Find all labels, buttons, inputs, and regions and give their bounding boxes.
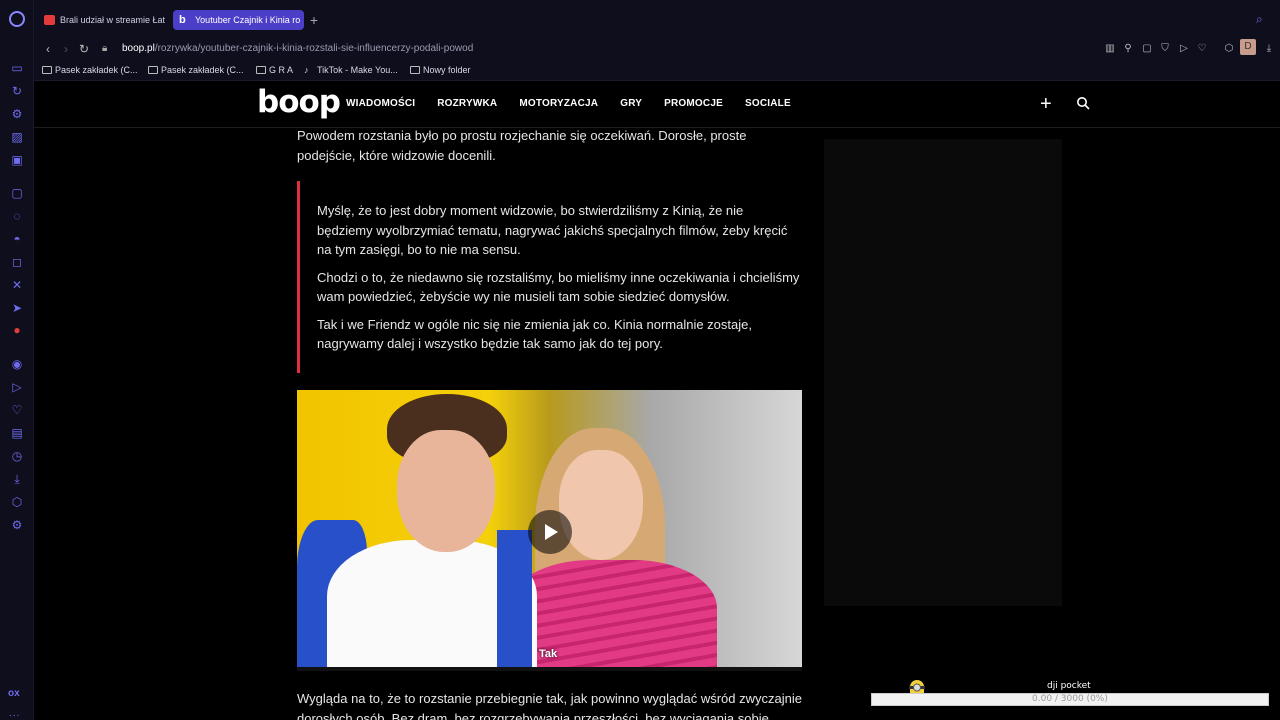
spotify-icon[interactable]: ◉ <box>9 356 25 372</box>
youtube-icon <box>44 15 55 25</box>
image-gen-icon[interactable]: ▨ <box>9 129 25 145</box>
menu-item-wiadomosci[interactable]: WIADOMOŚCI <box>346 98 415 109</box>
tab-strip: Brali udział w streamie Łat b Youtuber C… <box>34 0 1280 38</box>
menu-item-rozrywka[interactable]: ROZRYWKA <box>437 98 497 109</box>
site-logo[interactable]: boop <box>257 84 341 120</box>
tab-label: Youtuber Czajnik i Kinia ro <box>195 15 301 25</box>
extensions-icon[interactable]: ⬡ <box>9 494 25 510</box>
shield-icon[interactable]: ⛉ <box>1158 41 1172 57</box>
address-bar: ‹ › ↻ 🔒︎ boop.pl/rozrywka/youtuber-czajn… <box>34 38 1280 60</box>
heart-icon[interactable]: ♡ <box>1195 41 1209 57</box>
tiktok-icon: ♪ <box>304 65 309 75</box>
instagram-icon[interactable]: ◻ <box>9 254 25 270</box>
refresh-ai-icon[interactable]: ↻ <box>9 83 25 99</box>
workspace-icon[interactable]: ▣ <box>9 152 25 168</box>
x-icon[interactable]: ✕ <box>9 277 25 293</box>
sidebar-bottom-label: ox <box>8 688 20 699</box>
tab-search-icon[interactable]: ⌕ <box>1256 12 1270 26</box>
snapshot-icon[interactable]: ▢ <box>1140 41 1154 57</box>
split-view-icon[interactable]: ▥ <box>1103 41 1117 57</box>
extensions-icon[interactable]: ⬡ <box>1222 41 1236 57</box>
bookmark-folder[interactable]: Pasek zakładek (C... <box>42 64 138 77</box>
twitch-icon[interactable]: ▢ <box>9 185 25 201</box>
telegram-icon[interactable]: ➤ <box>9 300 25 316</box>
goal-title: dji pocket <box>1047 681 1091 691</box>
main-menu: WIADOMOŚCI ROZRYWKA MOTORYZACJA GRY PROM… <box>346 98 791 109</box>
plus-icon[interactable]: + <box>1040 92 1052 116</box>
article-paragraph: Powodem rozstania było po prostu rozjech… <box>297 128 747 163</box>
embedded-video[interactable]: Tak <box>297 390 802 671</box>
lock-icon[interactable]: 🔒︎ <box>102 41 116 57</box>
settings-icon[interactable]: ⚙ <box>9 517 25 533</box>
thumbnail-person <box>297 390 537 671</box>
folder-icon <box>148 66 158 74</box>
bookmark-label: G R A <box>269 65 294 75</box>
bookmarks-bar: Pasek zakładek (C... Pasek zakładek (C..… <box>34 60 1280 81</box>
goal-progress-bar: 0.00 / 3000 (0%) <box>871 693 1269 706</box>
quote-paragraph: Tak i we Friendz w ogóle nic się nie zmi… <box>317 316 752 352</box>
tab-youtube[interactable]: Brali udział w streamie Łat <box>38 10 166 30</box>
bookmark-folder[interactable]: G R A <box>256 64 293 77</box>
url-domain: boop.pl <box>122 43 155 54</box>
menu-item-gry[interactable]: GRY <box>620 98 642 109</box>
opera-logo-icon[interactable] <box>9 11 25 27</box>
play-button-icon[interactable] <box>528 510 572 554</box>
bookmark-link[interactable]: ♪ TikTok - Make You... <box>304 64 398 77</box>
video-bottom-bar <box>297 667 802 671</box>
profile-avatar[interactable]: D <box>1240 39 1256 55</box>
back-icon[interactable]: ‹ <box>40 40 56 58</box>
reload-icon[interactable]: ↻ <box>76 40 92 58</box>
discord-icon[interactable]: ◓ <box>9 231 25 247</box>
site-header: boop WIADOMOŚCI ROZRYWKA MOTORYZACJA GRY… <box>34 82 1280 128</box>
bookmark-label: Pasek zakładek (C... <box>55 65 138 75</box>
url-path: /rozrywka/youtuber-czajnik-i-kinia-rozst… <box>154 43 474 54</box>
menu-item-sociale[interactable]: SOCIALE <box>745 98 791 109</box>
blockquote: Myślę, że to jest dobry moment widzowie,… <box>297 181 802 373</box>
aria-icon[interactable]: ▭ <box>9 60 25 76</box>
quote-paragraph: Myślę, że to jest dobry moment widzowie,… <box>317 203 788 257</box>
bookmark-label: Nowy folder <box>423 65 471 75</box>
bookmark-label: Pasek zakładek (C... <box>161 65 244 75</box>
sidebar-ad-placeholder <box>824 139 1062 606</box>
article-paragraph: Wygląda na to, że to rozstanie przebiegn… <box>297 691 802 720</box>
flow-icon[interactable]: ▷ <box>1177 41 1191 57</box>
tiktok-icon[interactable]: ● <box>9 322 25 338</box>
boop-icon: b <box>179 14 186 26</box>
sidebar-more-icon[interactable]: ... <box>9 708 20 719</box>
search-icon[interactable] <box>1076 96 1090 110</box>
bookmark-label: TikTok - Make You... <box>317 65 398 75</box>
tab-boop-active[interactable]: b Youtuber Czajnik i Kinia ro <box>173 10 304 30</box>
bookmark-folder[interactable]: Nowy folder <box>410 64 471 77</box>
folder-icon <box>256 66 266 74</box>
quote-paragraph: Chodzi o to, że niedawno się rozstaliśmy… <box>317 269 800 305</box>
bookmark-folder[interactable]: Pasek zakładek (C... <box>148 64 244 77</box>
article-body: Powodem rozstania było po prostu rozjech… <box>297 128 802 373</box>
bot-icon[interactable]: ⚙ <box>9 106 25 122</box>
menu-item-motoryzacja[interactable]: MOTORYZACJA <box>519 98 598 109</box>
downloads-icon[interactable]: ⤓ <box>9 471 25 487</box>
player-icon[interactable]: ▷ <box>9 379 25 395</box>
goal-progress-text: 0.00 / 3000 (0%) <box>1032 694 1108 704</box>
history-icon[interactable]: ◷ <box>9 448 25 464</box>
forward-icon[interactable]: › <box>58 40 74 58</box>
folder-icon <box>42 66 52 74</box>
menu-item-promocje[interactable]: PROMOCJE <box>664 98 723 109</box>
wallet-icon[interactable]: ▤ <box>9 425 25 441</box>
new-tab-icon[interactable]: + <box>306 10 322 30</box>
url-field[interactable]: boop.pl/rozrywka/youtuber-czajnik-i-kini… <box>122 41 473 57</box>
pin-icon[interactable]: ⚲ <box>1121 41 1135 57</box>
folder-icon <box>410 66 420 74</box>
download-icon[interactable]: ⤓ <box>1262 41 1276 57</box>
screen: ▭ ↻ ⚙ ▨ ▣ ▢ ◌ ◓ ◻ ✕ ➤ ● ◉ ▷ ♡ ▤ ◷ ⤓ ⬡ ⚙ … <box>0 0 1280 720</box>
messenger-icon[interactable]: ◌ <box>9 208 25 224</box>
tab-label: Brali udział w streamie Łat <box>60 15 166 25</box>
heart-icon[interactable]: ♡ <box>9 402 25 418</box>
video-caption: Tak <box>539 648 558 660</box>
browser-sidebar: ▭ ↻ ⚙ ▨ ▣ ▢ ◌ ◓ ◻ ✕ ➤ ● ◉ ▷ ♡ ▤ ◷ ⤓ ⬡ ⚙ … <box>0 0 34 720</box>
